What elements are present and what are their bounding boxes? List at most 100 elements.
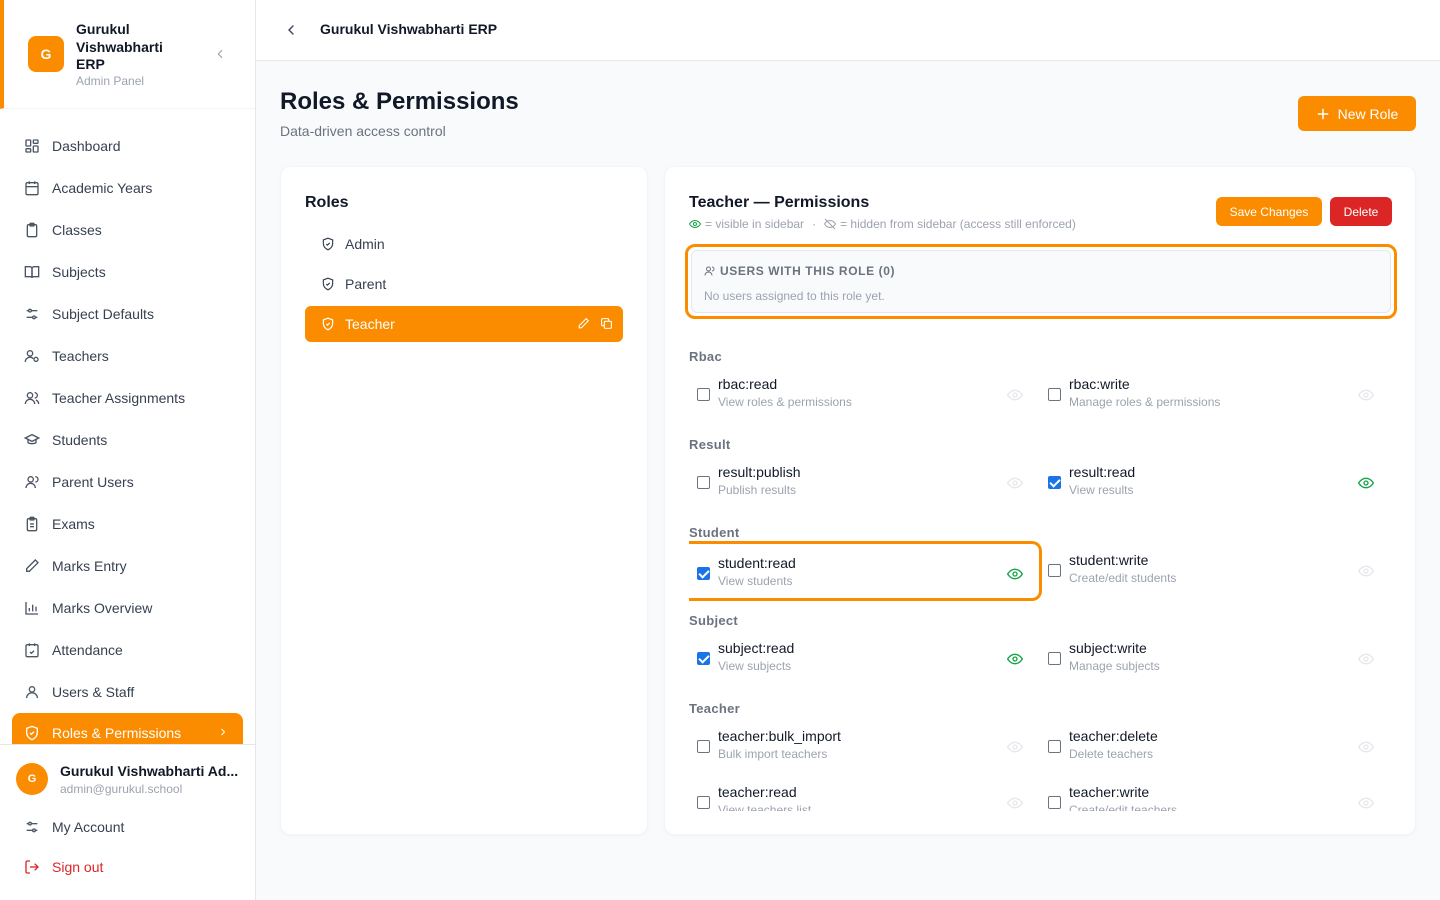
permission-checkbox[interactable] <box>697 740 710 753</box>
role-actions <box>577 317 613 333</box>
group-label-result: Result <box>689 437 731 452</box>
eye-icon[interactable] <box>1007 739 1023 755</box>
permission-checkbox[interactable] <box>1048 564 1061 577</box>
group-label-student: Student <box>689 525 740 540</box>
permission-checkbox[interactable] <box>697 796 710 809</box>
permission-description: Create/edit students <box>1069 571 1177 585</box>
permissions-title: Teacher — Permissions <box>689 194 870 211</box>
permission-student-read: student:read View students <box>689 541 1042 601</box>
sidebar-item-label: Marks Overview <box>52 600 153 616</box>
permission-description: Bulk import teachers <box>718 747 828 761</box>
calendar-icon <box>24 180 40 196</box>
chevron-left-icon <box>288 25 294 35</box>
permission-checkbox[interactable] <box>1048 740 1061 753</box>
sidebar-item-parent-users[interactable]: Parent Users <box>12 461 243 503</box>
sidebar-item-students[interactable]: Students <box>12 419 243 461</box>
sidebar-item-classes[interactable]: Classes <box>12 209 243 251</box>
eye-icon[interactable] <box>1358 387 1374 403</box>
sidebar-item-label: Teacher Assignments <box>52 390 186 406</box>
back-button[interactable] <box>282 21 300 39</box>
sidebar-nav: Dashboard Academic Years Classes Subject… <box>12 125 243 744</box>
shield-check-icon <box>321 237 335 251</box>
copy-icon <box>601 318 612 329</box>
permissions-panel: Teacher — Permissions = visible in sideb… <box>664 166 1416 835</box>
brand-header: G Gurukul Vishwabharti ERP Admin Panel <box>0 0 255 109</box>
sidebar-item-label: Dashboard <box>52 138 121 154</box>
role-item-admin[interactable]: Admin <box>305 226 623 262</box>
sidebar-item-users-staff[interactable]: Users & Staff <box>12 671 243 713</box>
sidebar-item-dashboard[interactable]: Dashboard <box>12 125 243 167</box>
sidebar-item-label: Roles & Permissions <box>52 725 182 741</box>
user-name: Gurukul Vishwabharti Ad... <box>60 763 239 779</box>
permission-result-read: result:read View results <box>1040 456 1384 510</box>
sidebar-item-exams[interactable]: Exams <box>12 503 243 545</box>
page-subtitle: Data-driven access control <box>280 123 446 139</box>
sidebar-item-label: Students <box>52 432 108 448</box>
permission-checkbox[interactable] <box>697 652 710 665</box>
eye-icon[interactable] <box>1007 566 1023 582</box>
sidebar-item-teachers[interactable]: Teachers <box>12 335 243 377</box>
users-icon <box>704 266 715 276</box>
duplicate-role-button[interactable] <box>600 317 613 333</box>
eye-icon[interactable] <box>1358 651 1374 667</box>
permission-checkbox[interactable] <box>1048 476 1061 489</box>
eye-icon[interactable] <box>1007 651 1023 667</box>
user-icon <box>24 684 40 700</box>
group-label-subject: Subject <box>689 613 739 628</box>
permission-subject-read: subject:read View subjects <box>689 632 1033 686</box>
permission-checkbox[interactable] <box>1048 388 1061 401</box>
eye-icon[interactable] <box>1358 739 1374 755</box>
sidebar-item-label: Subject Defaults <box>52 306 154 322</box>
permission-description: Delete teachers <box>1069 747 1154 761</box>
sidebar-item-roles-permissions[interactable]: Roles & Permissions <box>12 713 243 744</box>
eye-icon[interactable] <box>1007 795 1023 811</box>
sign-out-link[interactable]: Sign out <box>24 857 103 877</box>
chevron-right-icon <box>217 725 229 741</box>
permission-checkbox[interactable] <box>1048 796 1061 809</box>
eye-icon[interactable] <box>1358 475 1374 491</box>
permission-checkbox[interactable] <box>697 476 710 489</box>
permission-checkbox[interactable] <box>1048 652 1061 665</box>
permission-teacher-write: teacher:write Create/edit teachers <box>1040 776 1384 811</box>
eye-icon[interactable] <box>1358 563 1374 579</box>
shield-check-icon <box>321 277 335 291</box>
save-changes-button[interactable]: Save Changes <box>1216 197 1322 226</box>
permission-description: View subjects <box>718 659 792 673</box>
permission-checkbox[interactable] <box>697 388 710 401</box>
my-account-link[interactable]: My Account <box>24 817 124 837</box>
chevron-left-icon <box>217 49 223 59</box>
sidebar-item-subjects[interactable]: Subjects <box>12 251 243 293</box>
sidebar-item-attendance[interactable]: Attendance <box>12 629 243 671</box>
permission-checkbox[interactable] <box>697 567 710 580</box>
permission-name: subject:write <box>1069 640 1147 656</box>
page-title: Roles & Permissions <box>280 88 519 115</box>
roles-title: Roles <box>305 194 349 211</box>
sidebar-item-label: Subjects <box>52 264 106 280</box>
eye-off-icon <box>824 218 837 230</box>
sidebar-item-marks-overview[interactable]: Marks Overview <box>12 587 243 629</box>
eye-icon[interactable] <box>1007 475 1023 491</box>
permission-description: Create/edit teachers <box>1069 803 1178 811</box>
sidebar-item-teacher-assignments[interactable]: Teacher Assignments <box>12 377 243 419</box>
eye-icon[interactable] <box>1007 387 1023 403</box>
sidebar-item-subject-defaults[interactable]: Subject Defaults <box>12 293 243 335</box>
pen-icon <box>24 558 40 574</box>
delete-role-button[interactable]: Delete <box>1330 197 1392 226</box>
sidebar-item-academic-years[interactable]: Academic Years <box>12 167 243 209</box>
topbar-title: Gurukul Vishwabharti ERP <box>320 21 498 37</box>
users-with-role-box: USERS WITH THIS ROLE (0) No users assign… <box>685 244 1397 319</box>
group-label-rbac: Rbac <box>689 349 722 364</box>
permission-teacher-delete: teacher:delete Delete teachers <box>1040 720 1384 774</box>
eye-icon[interactable] <box>1358 795 1374 811</box>
role-item-teacher[interactable]: Teacher <box>305 306 623 342</box>
new-role-button[interactable]: New Role <box>1298 96 1416 131</box>
permission-rbac-read: rbac:read View roles & permissions <box>689 368 1033 422</box>
roles-panel: Roles Admin Parent Teacher <box>280 166 648 835</box>
collapse-sidebar-button[interactable] <box>211 45 229 63</box>
sidebar-item-marks-entry[interactable]: Marks Entry <box>12 545 243 587</box>
role-item-parent[interactable]: Parent <box>305 266 623 302</box>
avatar: G <box>16 763 48 795</box>
edit-role-button[interactable] <box>577 317 590 333</box>
users-with-role-heading: USERS WITH THIS ROLE (0) <box>704 264 895 278</box>
users-with-role-panel: USERS WITH THIS ROLE (0) No users assign… <box>691 250 1391 313</box>
